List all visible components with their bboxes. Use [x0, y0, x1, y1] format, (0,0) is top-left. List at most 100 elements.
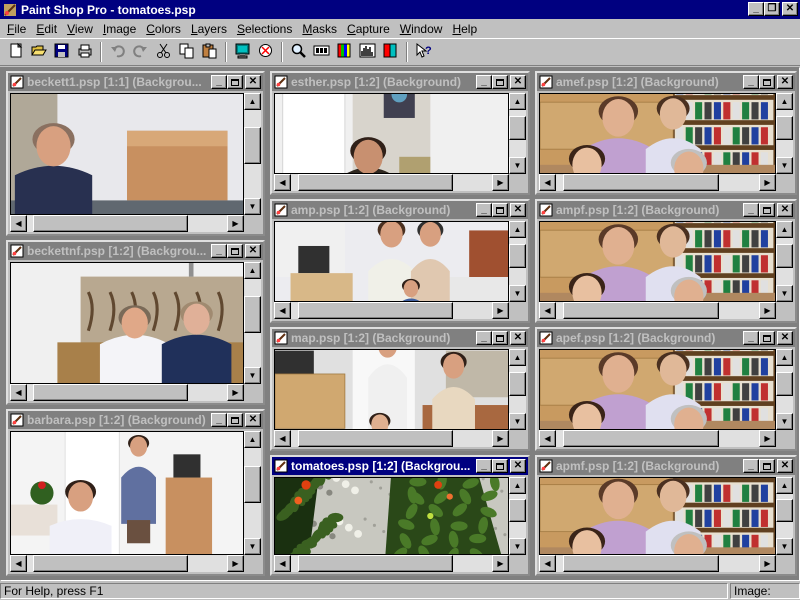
scroll-up-button[interactable]: ▲: [244, 93, 261, 110]
scroll-down-button[interactable]: ▼: [509, 413, 526, 430]
document-close-button[interactable]: ✕: [510, 459, 526, 473]
horizontal-scrollbar[interactable]: ◀ ▶: [10, 555, 244, 572]
document-minimize-button[interactable]: _: [476, 75, 492, 89]
document-maximize-button[interactable]: [227, 75, 243, 89]
document-close-button[interactable]: ✕: [245, 244, 261, 258]
document-icon[interactable]: [274, 331, 288, 345]
scroll-right-button[interactable]: ▶: [492, 430, 509, 447]
image-canvas[interactable]: [10, 431, 244, 555]
document-maximize-button[interactable]: [492, 203, 508, 217]
scroll-left-button[interactable]: ◀: [10, 555, 27, 572]
scroll-down-button[interactable]: ▼: [244, 198, 261, 215]
image-canvas[interactable]: [274, 477, 509, 555]
document-maximize-button[interactable]: [492, 459, 508, 473]
open-button[interactable]: [27, 41, 50, 63]
close-button[interactable]: ✕: [782, 2, 798, 16]
document-maximize-button[interactable]: [227, 413, 243, 427]
document-icon[interactable]: [10, 75, 24, 89]
vertical-scrollbar[interactable]: ▲ ▼: [776, 477, 793, 555]
zoom-button[interactable]: [287, 41, 310, 63]
scroll-left-button[interactable]: ◀: [10, 384, 27, 401]
scroll-down-button[interactable]: ▼: [244, 538, 261, 555]
vertical-scroll-thumb[interactable]: [509, 243, 526, 268]
document-window-beckett1[interactable]: beckett1.psp [1:1] (Backgrou... _ ✕ ▲ ▼ …: [6, 71, 265, 236]
document-minimize-button[interactable]: _: [476, 459, 492, 473]
document-icon[interactable]: [539, 75, 553, 89]
scroll-left-button[interactable]: ◀: [274, 302, 291, 319]
scroll-left-button[interactable]: ◀: [539, 302, 556, 319]
vertical-scrollbar[interactable]: ▲ ▼: [244, 93, 261, 215]
horizontal-scrollbar[interactable]: ◀ ▶: [539, 174, 776, 191]
document-window-map[interactable]: map.psp [1:2] (Background) _ ✕ ▲ ▼ ◀ ▶: [270, 327, 530, 451]
horizontal-scroll-thumb[interactable]: [562, 555, 720, 572]
scroll-left-button[interactable]: ◀: [274, 174, 291, 191]
horizontal-scrollbar[interactable]: ◀ ▶: [539, 302, 776, 319]
vertical-scroll-thumb[interactable]: [509, 115, 526, 140]
horizontal-scrollbar[interactable]: ◀ ▶: [274, 302, 509, 319]
document-icon[interactable]: [10, 244, 24, 258]
horizontal-scroll-thumb[interactable]: [562, 430, 720, 447]
document-maximize-button[interactable]: [227, 244, 243, 258]
scroll-up-button[interactable]: ▲: [776, 93, 793, 110]
document-titlebar[interactable]: barbara.psp [1:2] (Background) _ ✕: [8, 411, 263, 429]
document-titlebar[interactable]: apmf.psp [1:2] (Background) _ ✕: [537, 457, 795, 475]
scroll-up-button[interactable]: ▲: [244, 431, 261, 448]
horizontal-scrollbar[interactable]: ◀ ▶: [274, 430, 509, 447]
image-canvas[interactable]: [10, 93, 244, 215]
document-window-esther[interactable]: esther.psp [1:2] (Background) _ ✕ ▲ ▼ ◀ …: [270, 71, 530, 195]
horizontal-scroll-thumb[interactable]: [33, 384, 188, 401]
horizontal-scroll-thumb[interactable]: [33, 555, 188, 572]
document-icon[interactable]: [539, 331, 553, 345]
scroll-left-button[interactable]: ◀: [539, 555, 556, 572]
document-window-beckettnf[interactable]: beckettnf.psp [1:2] (Backgrou... _ ✕ ▲ ▼…: [6, 240, 265, 405]
document-minimize-button[interactable]: _: [211, 244, 227, 258]
scroll-right-button[interactable]: ▶: [227, 555, 244, 572]
vertical-scroll-thumb[interactable]: [776, 498, 793, 523]
document-close-button[interactable]: ✕: [777, 75, 793, 89]
document-close-button[interactable]: ✕: [777, 331, 793, 345]
scroll-down-button[interactable]: ▼: [776, 538, 793, 555]
menu-help[interactable]: Help: [447, 22, 482, 36]
document-window-amp[interactable]: amp.psp [1:2] (Background) _ ✕ ▲ ▼ ◀ ▶: [270, 199, 530, 323]
scroll-left-button[interactable]: ◀: [274, 555, 291, 572]
menu-colors[interactable]: Colors: [141, 22, 186, 36]
menu-window[interactable]: Window: [395, 22, 448, 36]
paint-shop-pro-icon[interactable]: [3, 3, 17, 17]
document-icon[interactable]: [274, 459, 288, 473]
document-titlebar[interactable]: amef.psp [1:2] (Background) _ ✕: [537, 73, 795, 91]
scroll-down-button[interactable]: ▼: [776, 413, 793, 430]
horizontal-scroll-thumb[interactable]: [297, 555, 453, 572]
scroll-right-button[interactable]: ▶: [492, 174, 509, 191]
scroll-up-button[interactable]: ▲: [776, 477, 793, 494]
horizontal-scroll-thumb[interactable]: [33, 215, 188, 232]
vertical-scroll-thumb[interactable]: [776, 371, 793, 396]
horizontal-scrollbar[interactable]: ◀ ▶: [10, 215, 244, 232]
undo-button[interactable]: [106, 41, 129, 63]
vertical-scrollbar[interactable]: ▲ ▼: [776, 221, 793, 302]
document-minimize-button[interactable]: _: [743, 203, 759, 217]
scroll-right-button[interactable]: ▶: [227, 215, 244, 232]
image-canvas[interactable]: [274, 349, 509, 430]
cut-button[interactable]: [152, 41, 175, 63]
horizontal-scroll-thumb[interactable]: [562, 302, 720, 319]
document-titlebar[interactable]: esther.psp [1:2] (Background) _ ✕: [272, 73, 528, 91]
document-close-button[interactable]: ✕: [777, 203, 793, 217]
scroll-left-button[interactable]: ◀: [539, 430, 556, 447]
vertical-scrollbar[interactable]: ▲ ▼: [509, 93, 526, 174]
horizontal-scroll-thumb[interactable]: [297, 302, 453, 319]
image-canvas[interactable]: [539, 93, 776, 174]
menu-image[interactable]: Image: [98, 22, 141, 36]
vertical-scrollbar[interactable]: ▲ ▼: [509, 349, 526, 430]
paste-button[interactable]: [198, 41, 221, 63]
scroll-up-button[interactable]: ▲: [509, 477, 526, 494]
vertical-scroll-thumb[interactable]: [244, 127, 261, 164]
menu-file[interactable]: File: [2, 22, 31, 36]
document-close-button[interactable]: ✕: [510, 75, 526, 89]
menu-edit[interactable]: Edit: [31, 22, 62, 36]
document-minimize-button[interactable]: _: [743, 331, 759, 345]
document-maximize-button[interactable]: [759, 75, 775, 89]
document-maximize-button[interactable]: [492, 75, 508, 89]
document-titlebar[interactable]: tomatoes.psp [1:2] (Backgrou... _ ✕: [272, 457, 528, 475]
document-maximize-button[interactable]: [759, 203, 775, 217]
scroll-right-button[interactable]: ▶: [759, 430, 776, 447]
